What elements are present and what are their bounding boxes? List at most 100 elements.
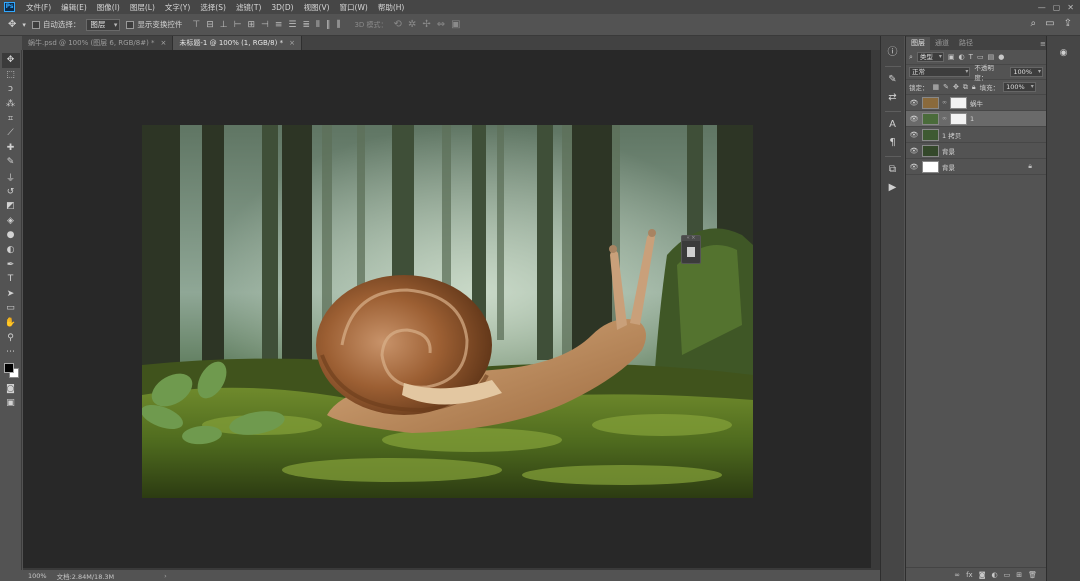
layer-mask-thumbnail[interactable] (950, 112, 967, 125)
menu-select[interactable]: 选择(S) (195, 2, 231, 13)
layer-style-icon[interactable]: fx (966, 571, 973, 579)
align-right-icon[interactable]: ⊣ (261, 20, 269, 30)
layer-name[interactable]: 1 拷贝 (942, 130, 961, 140)
eye-icon[interactable]: 👁︎ (909, 115, 919, 123)
adjustment-layer-icon[interactable]: ◐ (992, 571, 998, 579)
filter-adjustment-icon[interactable]: ◐ (959, 53, 965, 61)
menu-image[interactable]: 图像(I) (92, 2, 125, 13)
drag-handle[interactable]: « × (682, 236, 700, 241)
layer-name[interactable]: 1 (970, 115, 974, 123)
lock-artboard-icon[interactable]: ⧉ (963, 83, 968, 92)
tab-channels[interactable]: 通道 (930, 37, 954, 50)
roll-3d-icon[interactable]: ✲ (408, 19, 416, 30)
screen-mode-icon[interactable]: ▣ (2, 396, 20, 411)
pan-3d-icon[interactable]: ✢ (422, 19, 430, 30)
clone-stamp-tool-icon[interactable]: ⏚ (2, 170, 20, 185)
chain-link-icon[interactable]: ∞ (942, 115, 947, 122)
zoom-level[interactable]: 100% (28, 572, 47, 580)
pen-tool-icon[interactable]: ✒ (2, 257, 20, 272)
maximize-icon[interactable]: ▢ (1053, 3, 1061, 12)
layer-row[interactable]: 👁︎ 背景 (906, 143, 1046, 159)
align-bottom-icon[interactable]: ⊥ (220, 20, 228, 30)
type-tool-icon[interactable]: T (2, 272, 20, 287)
workspace-icon[interactable]: ▭ (1045, 18, 1054, 29)
opacity-field[interactable]: 100% (1010, 67, 1043, 77)
paragraph-icon[interactable]: ¶ (889, 136, 895, 150)
chain-link-icon[interactable]: ∞ (942, 99, 947, 106)
lasso-tool-icon[interactable]: ↄ (2, 82, 20, 97)
layer-name[interactable]: 背景 (942, 146, 955, 156)
close-icon[interactable]: ✕ (1067, 3, 1074, 12)
filter-pixel-icon[interactable]: ▣ (948, 53, 955, 61)
align-left-icon[interactable]: ⊢ (234, 20, 242, 30)
hand-tool-icon[interactable]: ✋ (2, 316, 20, 331)
menu-filter[interactable]: 滤镜(T) (231, 2, 266, 13)
move-tool-icon[interactable]: ✥ (8, 19, 16, 30)
document-canvas[interactable] (142, 125, 753, 498)
new-layer-icon[interactable]: ⊞ (1016, 571, 1022, 579)
status-menu-arrow[interactable]: › (164, 572, 167, 580)
distribute-hcenter-icon[interactable]: ‖ (326, 20, 331, 30)
scale-3d-icon[interactable]: ▣ (451, 19, 460, 30)
share-icon[interactable]: ⇪ (1064, 18, 1072, 29)
filter-shape-icon[interactable]: ▭ (977, 53, 984, 61)
properties-icon[interactable] (687, 247, 695, 257)
auto-select-dropdown[interactable]: 图层 (86, 18, 121, 31)
align-vcenter-icon[interactable]: ⊟ (206, 20, 214, 30)
menu-3d[interactable]: 3D(D) (266, 3, 298, 12)
menu-window[interactable]: 窗口(W) (335, 2, 373, 13)
menu-layer[interactable]: 图层(L) (125, 2, 160, 13)
eye-icon[interactable]: 👁︎ (909, 99, 919, 107)
lock-position-icon[interactable]: ✥ (953, 83, 959, 91)
info-icon[interactable]: ⓘ (888, 46, 898, 60)
eye-icon[interactable]: 👁︎ (909, 131, 919, 139)
zoom-tool-icon[interactable]: ⚲ (2, 330, 20, 345)
link-layers-icon[interactable]: ∞ (954, 571, 960, 579)
path-selection-tool-icon[interactable]: ➤ (2, 287, 20, 302)
search-icon[interactable]: ⌕ (1031, 18, 1037, 29)
auto-select-checkbox[interactable]: 自动选择： (31, 19, 80, 30)
tab-paths[interactable]: 路径 (954, 37, 978, 50)
align-hcenter-icon[interactable]: ⊞ (247, 20, 255, 30)
eyedropper-tool-icon[interactable]: ⟋ (2, 126, 20, 141)
clone-source-icon[interactable]: ⧉ (889, 163, 896, 177)
distribute-left-icon[interactable]: ⫴ (316, 20, 320, 30)
lock-transparent-icon[interactable]: ▦ (933, 83, 940, 91)
eye-icon[interactable]: 👁︎ (909, 147, 919, 155)
distribute-right-icon[interactable]: ⫼ (336, 20, 340, 30)
brush-settings-icon[interactable]: ✎ (888, 73, 896, 87)
slide-3d-icon[interactable]: ⇔ (437, 19, 445, 30)
chevron-down-icon[interactable]: ▾ (22, 21, 26, 29)
tab-untitled-1[interactable]: 未标题-1 @ 100% (1, RGB/8) * × (173, 36, 302, 50)
filter-type-icon[interactable]: T (969, 53, 973, 61)
adjustments-icon[interactable]: ⇄ (888, 91, 896, 105)
layer-row[interactable]: 👁︎ ∞ 1 (906, 111, 1046, 127)
magic-wand-tool-icon[interactable]: ⁂ (2, 97, 20, 112)
fill-field[interactable]: 100% (1003, 82, 1036, 92)
menu-edit[interactable]: 编辑(E) (56, 2, 92, 13)
foreground-color[interactable] (3, 363, 14, 374)
color-swatches[interactable] (2, 361, 20, 381)
layer-row[interactable]: 👁︎ 背景 🔒︎ (906, 159, 1046, 175)
layer-name[interactable]: 背景 (942, 162, 955, 172)
show-transform-checkbox[interactable]: 显示变换控件 (126, 19, 182, 30)
tab-snail-psd[interactable]: 蜗牛.psd @ 100% (图层 6, RGB/8#) * × (22, 36, 174, 50)
blur-tool-icon[interactable]: ● (2, 228, 20, 243)
history-brush-tool-icon[interactable]: ↺ (2, 184, 20, 199)
floating-panel-button[interactable]: « × (681, 235, 701, 264)
eye-icon[interactable]: 👁︎ (909, 163, 919, 171)
eraser-tool-icon[interactable]: ◩ (2, 199, 20, 214)
close-icon[interactable]: × (289, 39, 295, 47)
align-top-icon[interactable]: ⊤ (192, 20, 200, 30)
filter-smart-object-icon[interactable]: ▤ (988, 53, 995, 61)
layer-mask-thumbnail[interactable] (950, 96, 967, 109)
delete-layer-icon[interactable]: 🗑︎ (1028, 571, 1037, 579)
more-tools-icon[interactable]: ⋯ (2, 345, 20, 360)
close-icon[interactable]: × (161, 39, 167, 47)
distribute-top-icon[interactable]: ≡ (275, 20, 283, 30)
shape-tool-icon[interactable]: ▭ (2, 301, 20, 316)
crop-tool-icon[interactable]: ⌗ (2, 111, 20, 126)
paint-bucket-tool-icon[interactable]: ◈ (2, 214, 20, 229)
new-group-icon[interactable]: ▭ (1004, 571, 1011, 579)
tab-layers[interactable]: 图层 (906, 37, 930, 50)
